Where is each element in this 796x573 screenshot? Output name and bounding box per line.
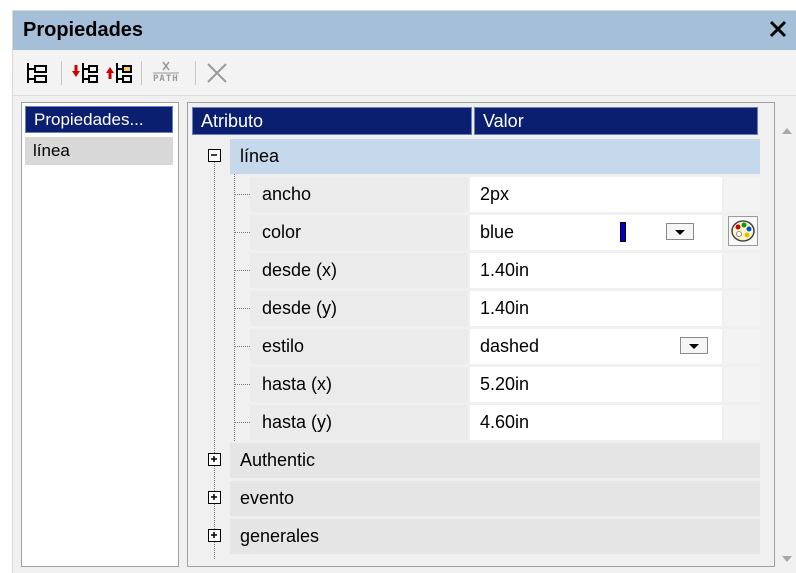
tree-connector [234, 194, 250, 195]
attribute-row[interactable]: ancho 2px [188, 176, 774, 213]
expand-icon[interactable] [208, 529, 221, 542]
delete-icon[interactable] [203, 59, 231, 87]
group-row-linea[interactable]: línea [188, 138, 774, 175]
attribute-value[interactable]: 2px [470, 177, 722, 212]
color-swatch [620, 222, 626, 242]
tree-connector [234, 346, 250, 347]
column-header-attribute[interactable]: Atributo [192, 107, 472, 135]
left-pane: Propiedades... línea [21, 102, 179, 567]
color-palette-icon[interactable] [728, 216, 758, 246]
expand-icon[interactable] [208, 491, 221, 504]
attribute-name: color [250, 215, 468, 250]
dropdown-button[interactable] [680, 337, 708, 354]
collapse-icon[interactable] [208, 149, 221, 162]
insert-before-icon[interactable] [71, 59, 99, 87]
attribute-extra [724, 291, 760, 326]
insert-after-icon[interactable] [105, 59, 133, 87]
attribute-row[interactable]: desde (y) 1.40in [188, 290, 774, 327]
scroll-down-icon[interactable] [781, 550, 793, 568]
toolbar-separator [141, 61, 142, 85]
property-grid: Atributo Valor línea ancho 2px color blu… [187, 102, 775, 567]
attribute-name: estilo [250, 329, 468, 364]
scroll-up-icon[interactable] [781, 122, 793, 140]
group-label: evento [230, 481, 760, 516]
tree-connector [234, 232, 250, 233]
left-pane-header[interactable]: Propiedades... [25, 106, 173, 133]
group-row-authentic[interactable]: Authentic [188, 442, 774, 479]
attribute-value[interactable]: 1.40in [470, 291, 722, 326]
group-row-evento[interactable]: evento [188, 480, 774, 517]
group-label: Authentic [230, 443, 760, 478]
attribute-row[interactable]: hasta (x) 5.20in [188, 366, 774, 403]
attribute-row[interactable]: desde (x) 1.40in [188, 252, 774, 289]
attribute-row[interactable]: color blue [188, 214, 774, 251]
close-icon[interactable] [766, 17, 790, 41]
attribute-extra [724, 177, 760, 212]
attribute-value[interactable]: 5.20in [470, 367, 722, 402]
dropdown-button[interactable] [666, 223, 694, 240]
group-label: línea [230, 139, 760, 174]
panel-title: Propiedades [23, 19, 144, 41]
toolbar: PATH [13, 51, 796, 96]
left-pane-item[interactable]: línea [25, 137, 173, 165]
tree-connector [234, 422, 250, 423]
attribute-value[interactable]: 1.40in [470, 253, 722, 288]
vertical-scrollbar[interactable] [776, 102, 796, 567]
attribute-extra [724, 253, 760, 288]
attribute-name: hasta (x) [250, 367, 468, 402]
group-row-generales[interactable]: generales [188, 518, 774, 555]
attribute-extra [724, 329, 760, 364]
properties-panel: Propiedades PATH Propiedades... línea At… [12, 10, 796, 573]
attribute-row[interactable]: hasta (y) 4.60in [188, 404, 774, 441]
expand-icon[interactable] [208, 453, 221, 466]
tree-connector [234, 308, 250, 309]
toolbar-separator [195, 61, 196, 85]
attribute-name: desde (y) [250, 291, 468, 326]
attribute-row[interactable]: estilo dashed [188, 328, 774, 365]
xpath-icon[interactable]: PATH [149, 59, 183, 87]
attribute-extra [724, 405, 760, 440]
panel-titlebar: Propiedades [13, 11, 796, 50]
tree-connector [234, 270, 250, 271]
toolbar-separator [61, 61, 62, 85]
attribute-name: desde (x) [250, 253, 468, 288]
attribute-name: hasta (y) [250, 405, 468, 440]
attribute-value[interactable]: 4.60in [470, 405, 722, 440]
tree-connector [234, 384, 250, 385]
attribute-name: ancho [250, 177, 468, 212]
attribute-extra [724, 367, 760, 402]
group-label: generales [230, 519, 760, 554]
tree-view-icon[interactable] [23, 59, 51, 87]
column-header-value[interactable]: Valor [474, 107, 758, 135]
xpath-label: PATH [153, 74, 179, 84]
